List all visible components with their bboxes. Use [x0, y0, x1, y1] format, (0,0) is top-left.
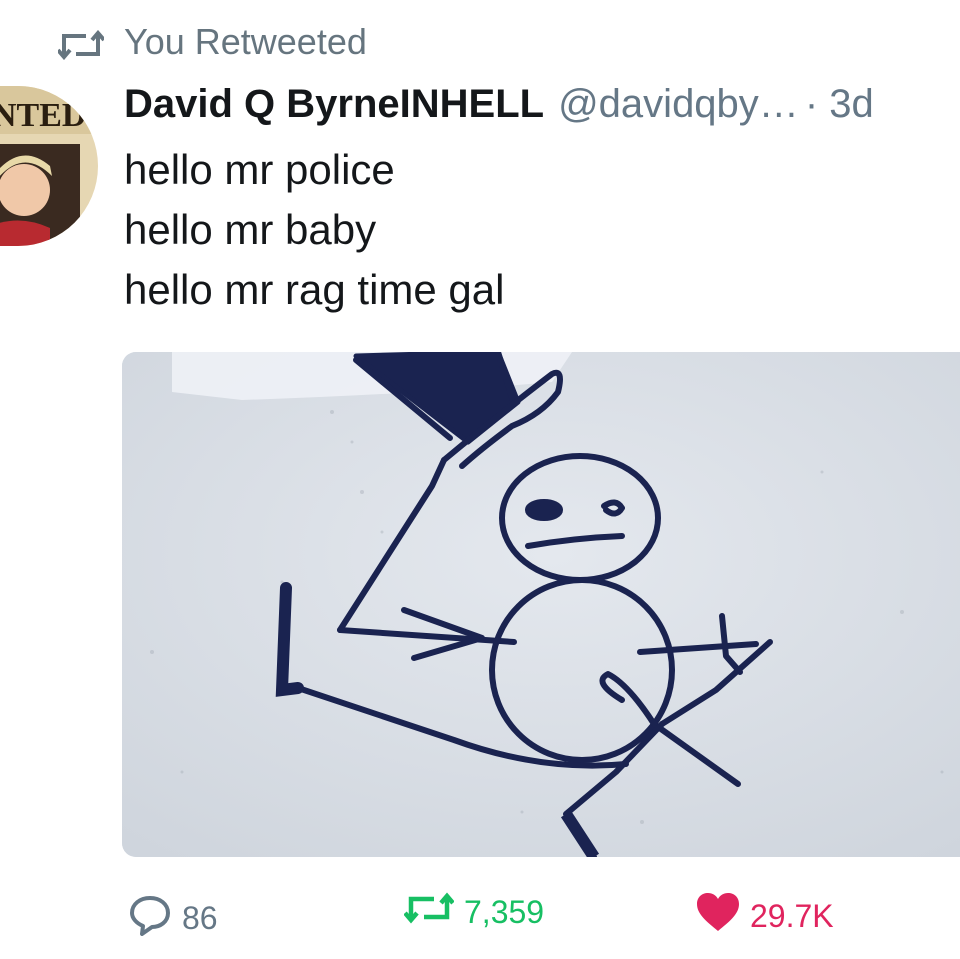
- avatar[interactable]: NTED: [0, 86, 98, 246]
- retweet-context: You Retweeted: [56, 18, 367, 66]
- svg-text:NTED: NTED: [0, 97, 86, 134]
- retweet-icon: [56, 27, 106, 61]
- tweet-text-line: hello mr baby: [124, 206, 377, 253]
- heart-icon: [696, 892, 740, 940]
- retweet-icon: [403, 892, 455, 932]
- stick-figure-drawing-image[interactable]: [122, 352, 960, 857]
- retweet-context-label: You Retweeted: [124, 21, 367, 62]
- retweet-button[interactable]: 7,359: [403, 892, 545, 932]
- tweet-text-line: hello mr rag time gal: [124, 266, 505, 313]
- reply-button[interactable]: 86: [128, 892, 218, 944]
- user-handle[interactable]: @davidqby…: [558, 82, 799, 127]
- display-name[interactable]: David Q ByrneINHELL: [124, 82, 544, 127]
- like-count: 29.7K: [750, 897, 834, 934]
- reply-icon: [128, 892, 172, 944]
- tweet-header: David Q ByrneINHELL @davidqby… · 3d: [124, 82, 874, 138]
- tweet-actions: 86 7,359 29.7K: [0, 880, 960, 950]
- timestamp[interactable]: · 3d: [805, 82, 874, 127]
- reply-count: 86: [182, 899, 218, 936]
- tweet-text-line: hello mr police: [124, 146, 395, 193]
- tweet-text: hello mr police hello mr baby hello mr r…: [124, 140, 504, 320]
- retweet-count: 7,359: [464, 893, 545, 930]
- like-button[interactable]: 29.7K: [696, 892, 834, 940]
- tweet-card: You Retweeted NTED David Q ByrneINHELL @…: [0, 0, 960, 959]
